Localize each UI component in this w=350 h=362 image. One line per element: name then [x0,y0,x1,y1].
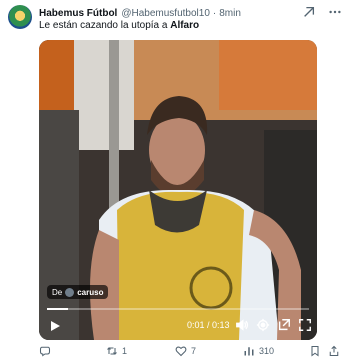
video-credit[interactable]: De caruso [47,285,109,299]
settings-icon[interactable] [256,318,270,332]
timestamp[interactable]: 8min [219,8,241,19]
views-button[interactable]: 310 [243,345,274,357]
popout-icon[interactable] [277,318,291,332]
like-button[interactable]: 7 [175,345,196,357]
play-icon[interactable] [49,319,61,331]
tweet-text: Le están cazando la utopía a Alfaro [39,20,199,31]
user-handle[interactable]: @Habemusfutbol10 [121,8,210,19]
display-name[interactable]: Habemus Fútbol [39,8,117,19]
volume-icon[interactable] [235,318,249,332]
video-timecode: 0:01 / 0:13 [187,320,230,330]
credit-avatar [65,287,75,297]
reply-icon [39,345,51,357]
tweet-top-actions [302,5,342,19]
bookmark-button[interactable] [309,345,321,357]
reply-button[interactable] [39,345,55,357]
retweet-count: 1 [122,346,128,356]
tweet-actions: 1 7 310 [39,345,340,359]
tweet-text-body: Le están cazando la utopía a [39,20,171,31]
video-player[interactable]: De caruso 0:01 / 0:13 [39,40,317,340]
tweet-header: Habemus Fútbol @Habemusfutbol10 · 8min [39,5,241,21]
like-icon [175,345,187,357]
views-icon [243,345,255,357]
video-progress-bar[interactable] [47,308,309,310]
share-button[interactable] [328,345,340,357]
retweet-icon [106,345,118,357]
share-icon [328,345,340,357]
credit-prefix: De [52,287,63,297]
retweet-button[interactable]: 1 [106,345,127,357]
video-controls: 0:01 / 0:13 [39,317,317,333]
mention-link[interactable]: Alfaro [170,20,199,31]
separator-dot: · [212,7,217,19]
more-icon[interactable] [328,5,342,19]
views-count: 310 [259,346,275,356]
grok-icon[interactable] [302,5,316,19]
fullscreen-icon[interactable] [298,318,312,332]
bookmark-icon [309,345,321,357]
video-progress-fill [47,308,68,310]
like-count: 7 [191,346,197,356]
credit-name[interactable]: caruso [77,288,103,297]
tweet[interactable]: Habemus Fútbol @Habemusfutbol10 · 8min L… [0,0,350,362]
avatar[interactable] [8,5,32,29]
